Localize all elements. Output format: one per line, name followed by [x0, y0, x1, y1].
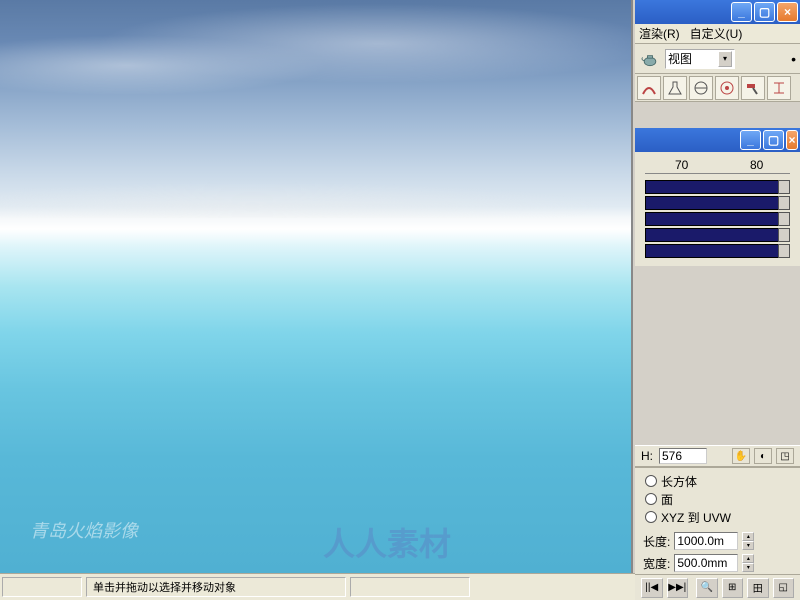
length-up[interactable]: ▴ [742, 532, 754, 541]
toolbar-dot-icon: • [791, 51, 796, 67]
ruler-tick-80: 80 [750, 158, 763, 172]
subwindow-titlebar: _ ▢ × [635, 128, 800, 152]
slider-thumb-5[interactable] [778, 244, 790, 258]
slider-thumb-1[interactable] [778, 180, 790, 194]
length-label: 长度: [643, 533, 670, 550]
menu-render[interactable]: 渲染(R) [639, 25, 680, 42]
radio-box-dot [645, 475, 657, 487]
menu-custom[interactable]: 自定义(U) [690, 25, 743, 42]
teapot-icon [639, 49, 661, 69]
zoom-extents-icon[interactable]: 🔍 [696, 578, 718, 598]
status-bar: 单击并拖动以选择并移动对象 [0, 573, 635, 600]
slider-4[interactable] [645, 228, 790, 242]
width-input[interactable]: 500.0mm [674, 554, 738, 572]
mapping-radio-group: 长方体 面 XYZ 到 UVW [635, 467, 800, 530]
pan-icon[interactable]: ✋ [732, 448, 750, 464]
flask-tool-icon[interactable] [663, 76, 687, 100]
slider-3[interactable] [645, 212, 790, 226]
ruler-tick-70: 70 [675, 158, 688, 172]
sub-maximize-button[interactable]: ▢ [763, 130, 784, 150]
timeline-panel: 70 80 [635, 152, 800, 266]
maximize-viewport-icon[interactable]: ◱ [773, 578, 795, 598]
slider-2[interactable] [645, 196, 790, 210]
prev-frame-button[interactable]: ||◀ [641, 578, 663, 598]
render-toolbar: 视图 ▾ • [635, 44, 800, 74]
playback-row: ||◀ ▶▶| 🔍 ⊞ 田 ◱ [635, 574, 800, 600]
h-label: H: [641, 449, 653, 463]
length-row: 长度: 1000.0m ▴ ▾ [635, 530, 800, 552]
next-frame-button[interactable]: ▶▶| [667, 578, 689, 598]
menu-bar: 渲染(R) 自定义(U) [635, 24, 800, 44]
width-down[interactable]: ▾ [742, 563, 754, 572]
slider-thumb-3[interactable] [778, 212, 790, 226]
coord-row: H: ✋ ◐ ◳ [635, 445, 800, 467]
radio-face-row[interactable]: 面 [645, 490, 790, 508]
zoom-all-icon[interactable]: 田 [747, 578, 769, 598]
arc-tool-icon[interactable] [637, 76, 661, 100]
hammer-tool-icon[interactable] [741, 76, 765, 100]
radio-box-row[interactable]: 长方体 [645, 472, 790, 490]
dropdown-arrow-icon: ▾ [718, 51, 732, 67]
maximize-button[interactable]: ▢ [754, 2, 775, 22]
view-dropdown-label: 视图 [668, 50, 692, 67]
sub-close-button[interactable]: × [786, 130, 798, 150]
length-spinner: ▴ ▾ [742, 532, 754, 550]
slider-thumb-2[interactable] [778, 196, 790, 210]
orbit-icon[interactable]: ◐ [754, 448, 772, 464]
view-dropdown[interactable]: 视图 ▾ [665, 49, 735, 69]
width-row: 宽度: 500.0mm ▴ ▾ [635, 552, 800, 574]
corner-icon[interactable]: ◳ [776, 448, 794, 464]
tool-icon-row [635, 74, 800, 102]
radio-xyz-label: XYZ 到 UVW [661, 509, 731, 526]
slider-5[interactable] [645, 244, 790, 258]
circle-tool-icon[interactable] [689, 76, 713, 100]
length-down[interactable]: ▾ [742, 541, 754, 550]
radio-face-dot [645, 493, 657, 505]
radio-xyz-row[interactable]: XYZ 到 UVW [645, 508, 790, 526]
watermark-text: 青岛火焰影像 [30, 517, 138, 543]
timeline-ruler[interactable]: 70 80 [645, 156, 790, 174]
minimize-button[interactable]: _ [731, 2, 752, 22]
status-hint: 单击并拖动以选择并移动对象 [86, 577, 346, 597]
slider-thumb-4[interactable] [778, 228, 790, 242]
h-input[interactable] [659, 448, 707, 464]
radio-face-label: 面 [661, 491, 673, 508]
right-panel-area: _ ▢ × 渲染(R) 自定义(U) 视图 ▾ • _ ▢ × 70 80 [635, 0, 800, 600]
status-cell-3 [350, 577, 470, 597]
bottom-params-panel: H: ✋ ◐ ◳ 长方体 面 XYZ 到 UVW 长度: 1000.0m ▴ ▾… [635, 445, 800, 600]
close-button[interactable]: × [777, 2, 798, 22]
width-up[interactable]: ▴ [742, 554, 754, 563]
slider-stack [645, 174, 790, 264]
slider-1[interactable] [645, 180, 790, 194]
width-spinner: ▴ ▾ [742, 554, 754, 572]
radio-box-label: 长方体 [661, 473, 697, 490]
length-input[interactable]: 1000.0m [674, 532, 738, 550]
scale-tool-icon[interactable] [767, 76, 791, 100]
zoom-region-icon[interactable]: ⊞ [722, 578, 744, 598]
status-cell-1 [2, 577, 82, 597]
width-label: 宽度: [643, 555, 670, 572]
target-tool-icon[interactable] [715, 76, 739, 100]
watermark-logo: 人人素材 [323, 519, 451, 565]
sub-minimize-button[interactable]: _ [740, 130, 761, 150]
radio-xyz-dot [645, 511, 657, 523]
sky-clouds [0, 0, 631, 218]
main-window-titlebar: _ ▢ × [635, 0, 800, 24]
render-viewport: 青岛火焰影像 人人素材 [0, 0, 633, 573]
